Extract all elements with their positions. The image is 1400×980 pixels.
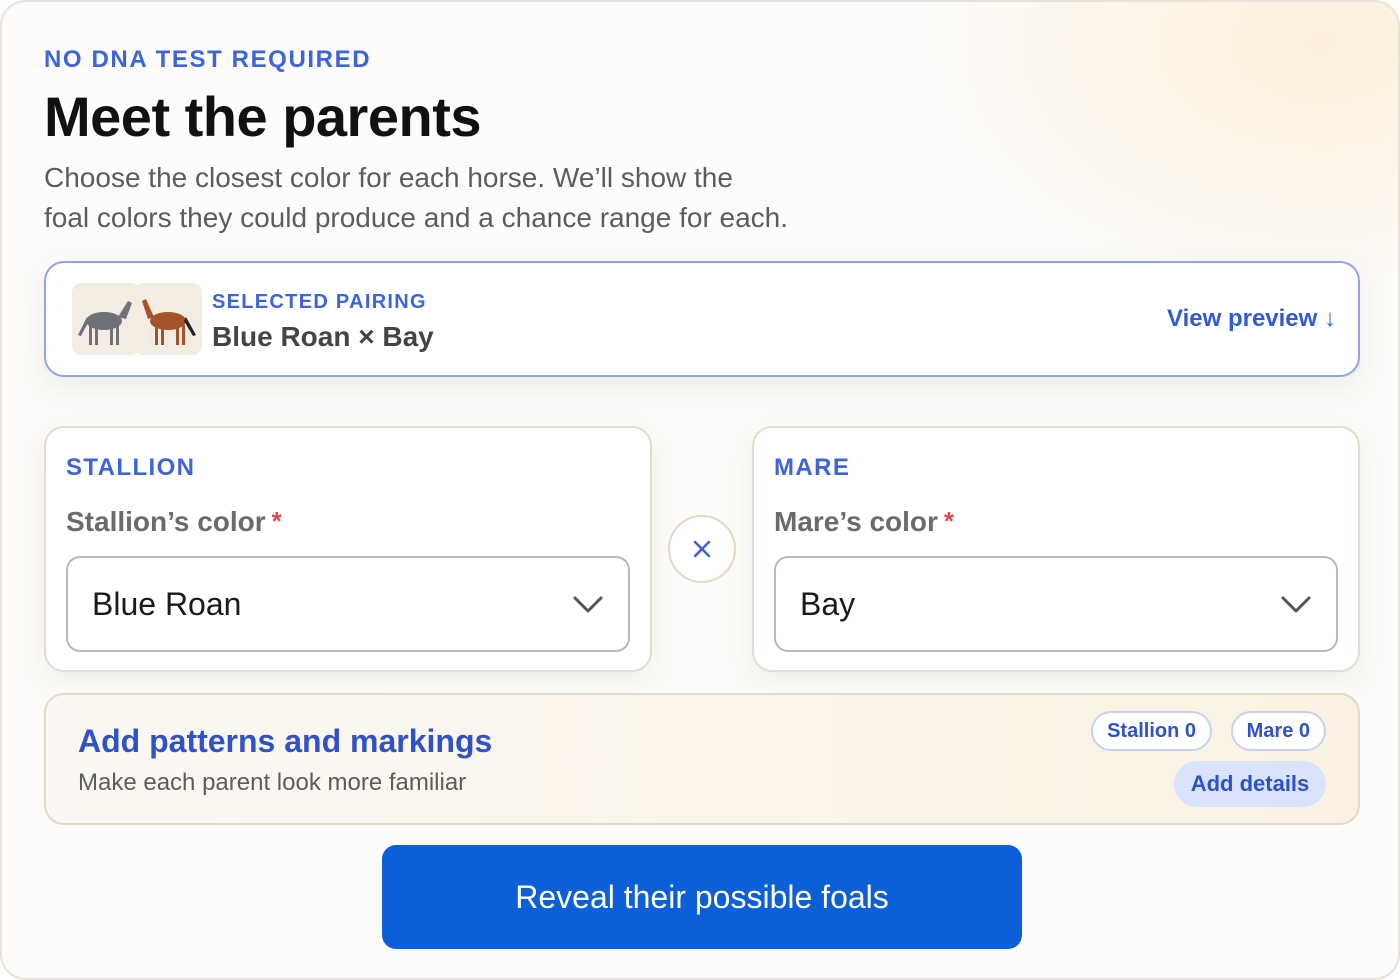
required-marker: *	[943, 506, 955, 536]
mare-color-select[interactable]: Bay	[774, 556, 1338, 652]
stallion-color-value: Blue Roan	[92, 586, 242, 622]
page-subtitle: Choose the closest color for each horse.…	[44, 158, 864, 238]
stallion-section-label: STALLION	[66, 454, 196, 481]
subtitle-line-2: foal colors they could produce and a cha…	[44, 202, 789, 233]
mare-color-label-text: Mare’s color	[774, 506, 938, 537]
patterns-markings-panel[interactable]: Add patterns and markings Make each pare…	[44, 693, 1360, 825]
patterns-subtitle: Make each parent look more familiar	[78, 769, 467, 796]
stallion-panel: STALLION Stallion’s color * Blue Roan	[44, 426, 652, 672]
stallion-color-label-text: Stallion’s color	[66, 506, 266, 537]
mare-thumbnail	[134, 283, 202, 355]
mare-section-label: MARE	[774, 454, 851, 481]
patterns-title: Add patterns and markings	[78, 723, 493, 759]
add-details-button[interactable]: Add details	[1174, 761, 1326, 807]
close-x-icon	[693, 540, 711, 558]
stallion-color-select[interactable]: Blue Roan	[66, 556, 630, 652]
mare-color-label: Mare’s color *	[774, 506, 954, 538]
stallion-thumbnail	[72, 283, 140, 355]
selected-pairing-bar: SELECTED PAIRING Blue Roan × Bay View pr…	[44, 261, 1360, 377]
chevron-down-icon	[573, 596, 603, 613]
mare-color-value: Bay	[800, 586, 856, 622]
eyebrow-label: NO DNA TEST REQUIRED	[44, 46, 372, 73]
cross-badge	[668, 515, 736, 583]
view-preview-link[interactable]: View preview ↓	[1167, 305, 1336, 333]
selected-pairing-label: SELECTED PAIRING	[212, 291, 427, 313]
selected-pairing-value: Blue Roan × Bay	[212, 321, 434, 352]
page-title: Meet the parents	[44, 85, 482, 148]
stallion-color-label: Stallion’s color *	[66, 506, 282, 538]
horse-icon	[72, 283, 140, 355]
parents-card: NO DNA TEST REQUIRED Meet the parents Ch…	[0, 0, 1400, 980]
subtitle-line-1: Choose the closest color for each horse.…	[44, 162, 733, 193]
mare-panel: MARE Mare’s color * Bay	[752, 426, 1360, 672]
required-marker: *	[271, 506, 282, 536]
horse-icon	[134, 283, 202, 355]
stallion-count-chip[interactable]: Stallion 0	[1091, 711, 1212, 751]
chevron-down-icon	[1281, 596, 1311, 613]
mare-count-chip[interactable]: Mare 0	[1230, 711, 1326, 751]
reveal-foals-button[interactable]: Reveal their possible foals	[382, 845, 1022, 949]
